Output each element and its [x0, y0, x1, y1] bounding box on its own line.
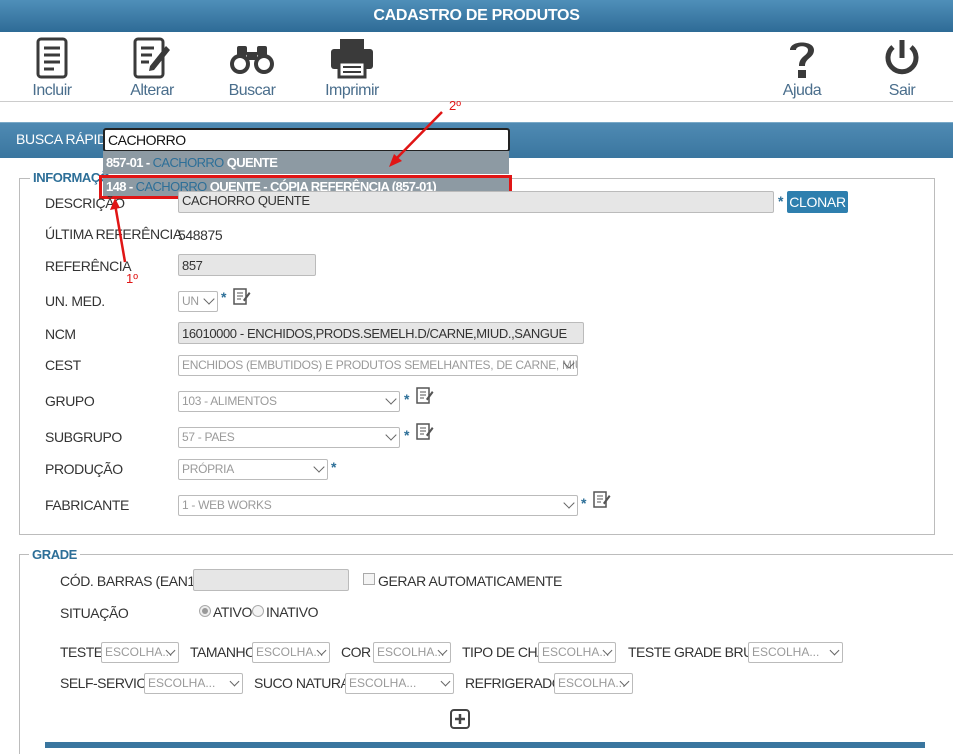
edit-note-icon[interactable] — [233, 287, 251, 305]
gerar-checkbox[interactable] — [363, 573, 375, 585]
cor-select[interactable]: ESCOLHA... — [373, 642, 451, 663]
annotation-arrows — [110, 111, 443, 263]
teste-grade-bruno-select[interactable]: ESCOLHA... — [748, 642, 843, 663]
refrigerados-select[interactable]: ESCOLHA... — [554, 673, 633, 694]
arrow-1 — [113, 203, 127, 263]
buscar-button[interactable]: Buscar — [212, 32, 292, 100]
alterar-button[interactable]: Alterar — [112, 32, 192, 100]
sair-label: Sair — [888, 82, 916, 99]
grade-legend: GRADE — [29, 547, 80, 562]
tamanho-select[interactable]: ESCOLHA... — [252, 642, 330, 663]
binoculars-icon — [230, 46, 274, 74]
alterar-label: Alterar — [130, 82, 174, 99]
incluir-button[interactable]: Incluir — [12, 32, 92, 100]
producao-label: PRODUÇÃO — [45, 461, 123, 477]
ncm-input[interactable]: 16010000 - ENCHIDOS,PRODS.SEMELH.D/CARNE… — [178, 322, 584, 344]
unmed-label: UN. MED. — [45, 293, 105, 309]
tipo-cha-select[interactable]: ESCOLHA... — [538, 642, 616, 663]
situacao-label: SITUAÇÃO — [60, 605, 129, 621]
barras-input[interactable] — [193, 569, 349, 591]
subgrupo-select[interactable]: 57 - PAES — [178, 427, 400, 448]
add-icon[interactable] — [450, 709, 470, 729]
gerar-label: GERAR AUTOMATICAMENTE — [378, 573, 562, 589]
printer-icon — [331, 39, 373, 79]
incluir-label: Incluir — [32, 82, 72, 99]
suco-natural-select[interactable]: ESCOLHA... — [345, 673, 454, 694]
required-mark: * — [404, 427, 410, 443]
grupo-select[interactable]: 103 - ALIMENTOS — [178, 391, 400, 412]
required-mark: * — [778, 193, 784, 209]
chevron-down-icon — [829, 645, 840, 656]
imprimir-button[interactable]: Imprimir — [312, 32, 392, 100]
edit-note-icon[interactable] — [416, 386, 434, 404]
required-mark: * — [404, 391, 410, 407]
producao-select[interactable]: PRÓPRIA — [178, 459, 328, 480]
imprimir-label: Imprimir — [325, 82, 379, 99]
document-icon — [36, 37, 68, 79]
sair-button[interactable]: Sair — [862, 32, 942, 100]
barras-label: CÓD. BARRAS (EAN13) — [60, 573, 207, 589]
ajuda-label: Ajuda — [782, 82, 822, 99]
inativo-radio[interactable] — [252, 605, 264, 617]
chevron-down-icon — [229, 676, 240, 687]
required-mark: * — [221, 289, 227, 305]
inativo-label: INATIVO — [266, 604, 319, 620]
tamanho-label: TAMANHO — [190, 644, 256, 660]
page-title: CADASTRO DE PRODUTOS — [0, 0, 953, 32]
subgrupo-label: SUBGRUPO — [45, 429, 122, 445]
required-mark: * — [331, 459, 337, 475]
chevron-down-icon — [563, 497, 575, 509]
teste-select[interactable]: ESCOLHA... — [101, 642, 179, 663]
tipo-cha-label: TIPO DE CHA — [462, 644, 546, 660]
cest-label: CEST — [45, 357, 81, 373]
arrow-1-head — [110, 198, 120, 210]
annotation-first: 1º — [126, 271, 138, 286]
buscar-label: Buscar — [228, 82, 276, 99]
help-icon — [790, 42, 814, 78]
teste-label: TESTE — [60, 644, 103, 660]
annotation-second: 2º — [449, 98, 461, 113]
chevron-down-icon — [203, 293, 215, 305]
power-icon — [885, 40, 919, 75]
clonar-button[interactable]: CLONAR — [787, 191, 848, 213]
edit-note-icon[interactable] — [593, 490, 611, 508]
ativo-label: ATIVO — [213, 604, 252, 620]
chevron-down-icon — [385, 393, 397, 405]
chevron-down-icon — [440, 676, 451, 687]
cest-select[interactable]: ENCHIDOS (EMBUTIDOS) E PRODUTOS SEMELHAN… — [178, 355, 578, 376]
chevron-down-icon — [385, 429, 397, 441]
edit-document-icon — [133, 37, 170, 79]
self-service-select[interactable]: ESCOLHA... — [144, 673, 243, 694]
cor-label: COR — [341, 644, 371, 660]
ajuda-button[interactable]: Ajuda — [762, 32, 842, 100]
chevron-down-icon — [313, 461, 325, 473]
arrow-2 — [393, 111, 443, 162]
fabricante-select[interactable]: 1 - WEB WORKS — [178, 495, 578, 516]
edit-note-icon[interactable] — [416, 422, 434, 440]
self-service-label: SELF-SERVICE — [60, 675, 155, 691]
grade-table-header — [45, 742, 925, 748]
suco-natural-label: SUCO NATURAL — [254, 675, 357, 691]
fabricante-label: FABRICANTE — [45, 497, 129, 513]
ncm-label: NCM — [45, 326, 76, 342]
grupo-label: GRUPO — [45, 393, 95, 409]
required-mark: * — [581, 495, 587, 511]
unmed-select[interactable]: UN — [178, 291, 218, 312]
ativo-radio[interactable] — [199, 605, 211, 617]
